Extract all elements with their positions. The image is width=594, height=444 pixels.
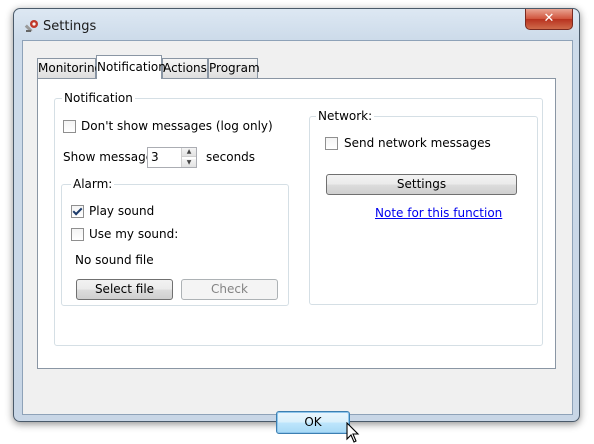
spinner-down-icon[interactable]: ▼ bbox=[182, 159, 196, 167]
dialog-client-area: Monitoring Notification Actions Program … bbox=[22, 40, 573, 443]
notification-group-label: Notification bbox=[62, 91, 135, 105]
show-message-spinner[interactable]: 3 ▲ ▼ bbox=[147, 147, 197, 168]
settings-window: Settings ✕ Monitoring Notification Actio… bbox=[13, 8, 580, 443]
network-settings-button[interactable]: Settings bbox=[326, 174, 517, 195]
spinner-up-icon[interactable]: ▲ bbox=[182, 148, 196, 157]
window-title: Settings bbox=[43, 19, 97, 34]
seconds-label: seconds bbox=[206, 150, 256, 164]
play-sound-label: Play sound bbox=[89, 204, 155, 218]
check-button[interactable]: Check bbox=[181, 279, 278, 300]
close-icon: ✕ bbox=[543, 11, 555, 26]
tab-notification[interactable]: Notification bbox=[96, 55, 166, 79]
use-my-sound-label: Use my sound: bbox=[89, 227, 179, 241]
dont-show-messages-checkbox[interactable] bbox=[63, 120, 76, 133]
close-button[interactable]: ✕ bbox=[525, 9, 573, 30]
select-file-button[interactable]: Select file bbox=[76, 279, 173, 300]
play-sound-checkbox[interactable] bbox=[71, 205, 84, 218]
show-message-label: Show message: bbox=[63, 150, 158, 164]
mouse-pointer-icon bbox=[346, 422, 360, 443]
ok-button[interactable]: OK bbox=[276, 411, 350, 434]
spinner-arrows: ▲ ▼ bbox=[181, 148, 196, 167]
send-network-messages-checkbox[interactable] bbox=[325, 137, 338, 150]
alarm-group: Alarm: Play sound Use my sound: No sound… bbox=[61, 177, 289, 306]
dont-show-messages-label: Don't show messages (log only) bbox=[81, 119, 273, 133]
show-message-value: 3 bbox=[151, 150, 159, 164]
sound-file-text: No sound file bbox=[75, 253, 154, 267]
notification-tab-panel: Notification Don't show messages (log on… bbox=[37, 78, 556, 369]
settings-tools-icon bbox=[24, 20, 38, 33]
network-group: Network: Send network messages Settings … bbox=[309, 109, 538, 305]
use-my-sound-checkbox[interactable] bbox=[71, 228, 84, 241]
note-for-this-function-link[interactable]: Note for this function bbox=[375, 206, 502, 220]
send-network-messages-label: Send network messages bbox=[344, 136, 491, 150]
tab-actions[interactable]: Actions bbox=[162, 58, 208, 78]
network-group-label: Network: bbox=[316, 109, 375, 123]
tab-program[interactable]: Program bbox=[208, 58, 260, 78]
tab-monitoring[interactable]: Monitoring bbox=[37, 58, 102, 78]
notification-group: Notification Don't show messages (log on… bbox=[54, 91, 543, 346]
alarm-group-label: Alarm: bbox=[71, 177, 115, 191]
